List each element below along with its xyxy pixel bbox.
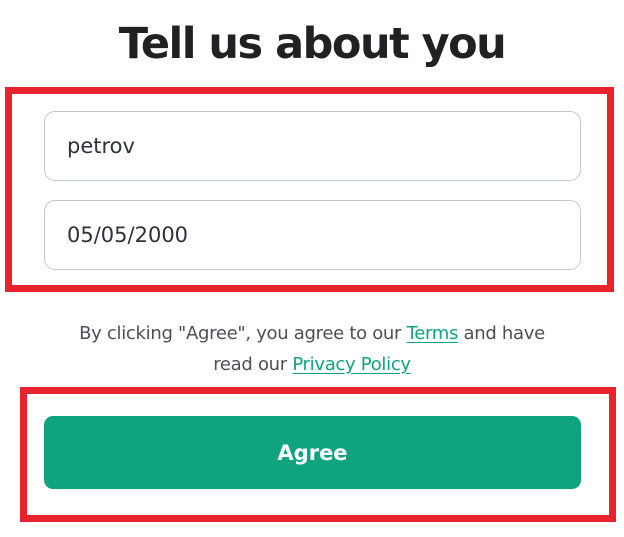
agree-button[interactable]: Agree [44, 416, 581, 489]
legal-text-middle: and have [458, 323, 546, 344]
legal-text-second-line: read our [213, 354, 293, 375]
legal-text-before: By clicking "Agree", you agree to our [79, 323, 407, 344]
terms-link[interactable]: Terms [407, 323, 459, 344]
page-title: Tell us about you [118, 19, 507, 69]
birthday-field-value: 05/05/2000 [67, 223, 189, 247]
birthday-field[interactable]: 05/05/2000 [44, 200, 581, 270]
name-field[interactable]: petrov [44, 111, 581, 181]
privacy-policy-link[interactable]: Privacy Policy [292, 354, 411, 375]
name-field-value: petrov [67, 134, 135, 158]
legal-notice: By clicking "Agree", you agree to our Te… [0, 318, 624, 380]
